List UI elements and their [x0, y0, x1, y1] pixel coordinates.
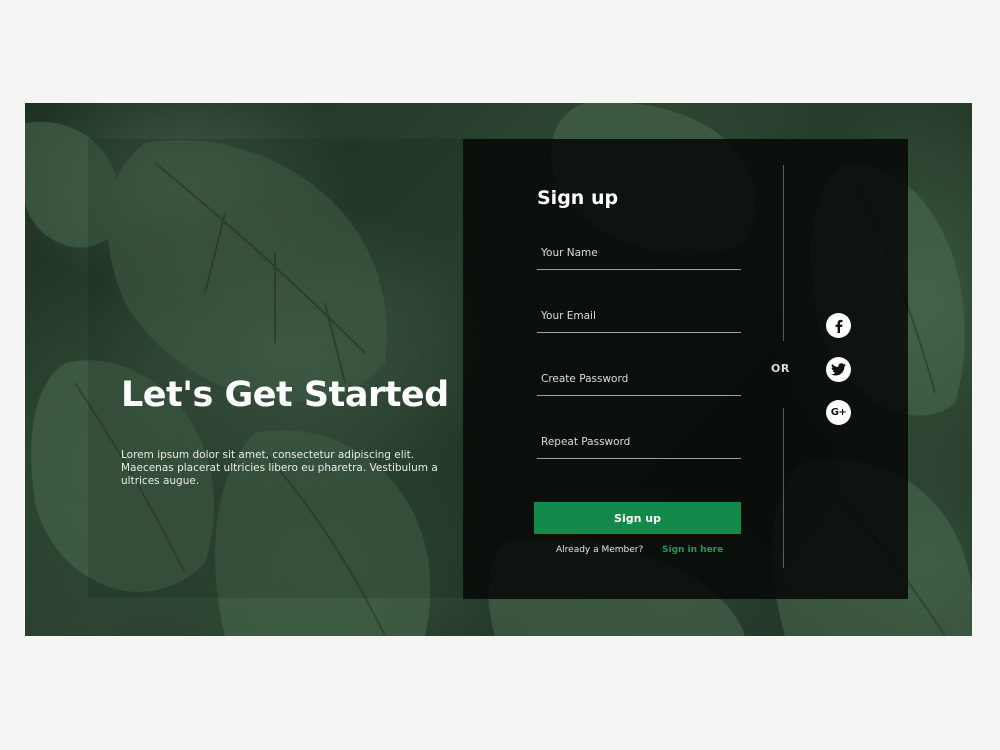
twitter-icon: [831, 363, 846, 376]
hero-description: Lorem ipsum dolor sit amet, consectetur …: [121, 449, 438, 487]
password-input[interactable]: [537, 365, 741, 393]
or-label: OR: [771, 362, 790, 375]
or-divider-top: [783, 165, 784, 341]
hero-background: Let's Get Started Lorem ipsum dolor sit …: [25, 103, 972, 636]
repeat-password-input[interactable]: [537, 428, 741, 456]
facebook-button[interactable]: [826, 313, 851, 338]
email-input[interactable]: [537, 302, 741, 330]
name-field: [537, 239, 741, 270]
signin-link[interactable]: Sign in here: [662, 545, 723, 555]
facebook-icon: [835, 319, 842, 333]
signup-title: Sign up: [537, 187, 619, 209]
hero-title: Let's Get Started: [121, 375, 449, 415]
email-field: [537, 302, 741, 333]
signup-button[interactable]: Sign up: [534, 502, 741, 534]
google-plus-icon: G+: [830, 407, 847, 418]
already-member-text: Already a Member?: [556, 545, 644, 555]
google-plus-button[interactable]: G+: [826, 400, 851, 425]
or-divider-bottom: [783, 408, 784, 568]
password-field: [537, 365, 741, 396]
name-input[interactable]: [537, 239, 741, 267]
hero-overlay: [88, 139, 463, 599]
twitter-button[interactable]: [826, 357, 851, 382]
repeat-password-field: [537, 428, 741, 459]
